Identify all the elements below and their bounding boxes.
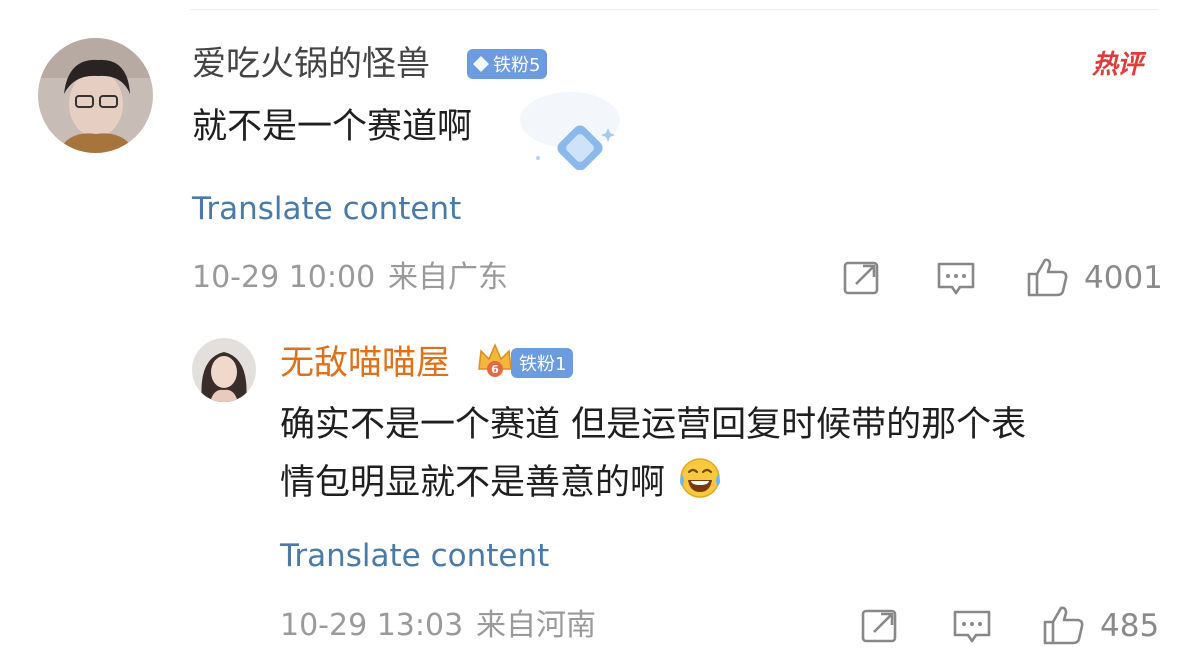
timestamp: 10-29 10:00 — [192, 260, 376, 295]
username[interactable]: 爱吃火锅的怪兽 — [192, 44, 430, 84]
badge-label: 铁粉5 — [493, 55, 541, 76]
thumbs-up-icon[interactable] — [1026, 256, 1070, 298]
hot-comment-tag: 热评 — [1092, 50, 1143, 80]
share-icon[interactable] — [860, 608, 900, 644]
location: 来自广东 — [388, 260, 508, 295]
badge-label: 铁粉1 — [519, 354, 567, 375]
diamond-sparkle-icon — [520, 92, 620, 170]
divider — [190, 9, 1158, 10]
reply-like-count: 485 — [1100, 608, 1160, 644]
diamond-icon — [473, 56, 489, 72]
comment-thread: 爱吃火锅的怪兽 铁粉5 热评 就不是一个赛道啊 Translate conten… — [0, 0, 1200, 668]
comment-text: 就不是一个赛道啊 — [192, 107, 473, 147]
reply-text-line1: 确实不是一个赛道 但是运营回复时候带的那个表 — [280, 405, 1027, 445]
reply-text-line2: 情包明显就不是善意的啊 — [280, 456, 724, 517]
reply-text-line2-text: 情包明显就不是善意的啊 — [280, 463, 666, 503]
reply-avatar[interactable] — [192, 338, 256, 402]
crown-icon: 6 — [478, 343, 512, 377]
thumbs-up-icon[interactable] — [1042, 604, 1086, 646]
like-count: 4001 — [1084, 260, 1163, 296]
reply-username[interactable]: 无敌喵喵屋 — [280, 343, 450, 383]
reply-fan-badge: 铁粉1 — [511, 348, 574, 378]
avatar[interactable] — [38, 38, 153, 153]
reply-location: 来自河南 — [476, 608, 596, 643]
share-icon[interactable] — [842, 260, 882, 296]
crown-level: 6 — [491, 363, 499, 376]
translate-link[interactable]: Translate content — [192, 191, 461, 227]
reply-timestamp: 10-29 13:03 — [280, 608, 464, 643]
comment-icon[interactable] — [936, 261, 976, 297]
reply-translate-link[interactable]: Translate content — [280, 538, 549, 574]
fan-badge: 铁粉5 — [467, 49, 548, 79]
laughing-emoji-icon — [676, 456, 724, 517]
comment-icon[interactable] — [952, 609, 992, 645]
